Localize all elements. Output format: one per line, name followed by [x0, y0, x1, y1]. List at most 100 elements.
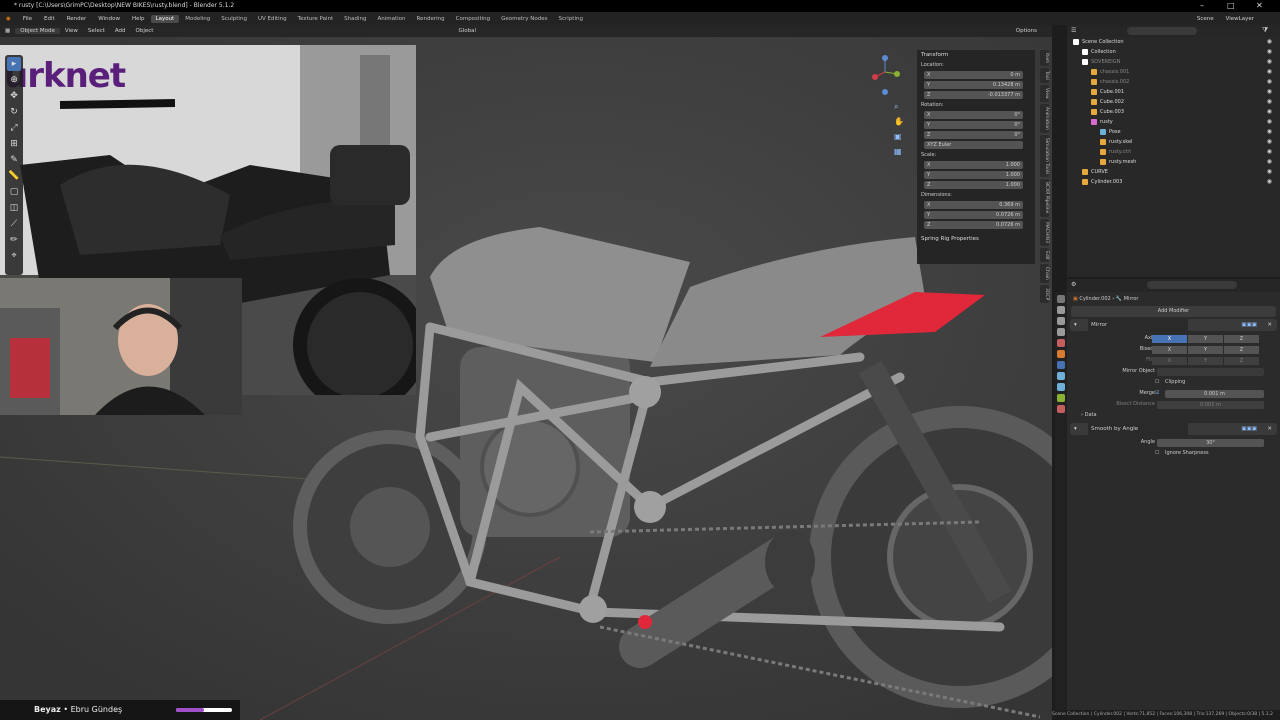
data-subpanel-label[interactable]: Data	[1085, 412, 1097, 418]
menu-window[interactable]: Window	[92, 16, 126, 22]
annotate-tool-icon[interactable]: ✎	[7, 153, 21, 167]
outliner-row[interactable]: Cylinder.003 ◉	[1067, 177, 1280, 187]
location-x-field[interactable]: X0 m	[924, 71, 1023, 79]
workspace-tab[interactable]: UV Editing	[253, 15, 292, 23]
location-z-field[interactable]: Z -0.013377 m	[924, 91, 1023, 99]
ignore-sharpness-checkbox[interactable]: ☐	[1155, 448, 1159, 459]
outliner-row[interactable]: Cube.001 ◉	[1067, 87, 1280, 97]
dimensions-z-field[interactable]: Z 0.0726 m	[924, 221, 1023, 229]
modifier-display-icons[interactable]: ▣▣▣	[1241, 319, 1257, 331]
physics-tab-icon[interactable]	[1057, 383, 1065, 391]
tool-tab-icon[interactable]	[1057, 295, 1065, 303]
visibility-eye-icon[interactable]: ◉	[1267, 167, 1272, 177]
outliner-row[interactable]: Collection ◉	[1067, 47, 1280, 57]
blender-logo-icon[interactable]: ◉	[0, 16, 17, 22]
render-tab-icon[interactable]	[1057, 306, 1065, 314]
merge-checkbox[interactable]: ☑	[1155, 388, 1159, 399]
outliner-row[interactable]: Cube.002 ◉	[1067, 97, 1280, 107]
sidebar-tab[interactable]: View	[1040, 85, 1049, 102]
outliner-row[interactable]: Scene Collection ◉	[1067, 37, 1280, 47]
add-cube-tool-icon[interactable]: ▢	[7, 185, 21, 199]
location-y-field[interactable]: Y 0.13428 m	[924, 81, 1023, 89]
modifier-delete-icon[interactable]: ✕	[1267, 319, 1272, 331]
outliner-row[interactable]: Pose ◉	[1067, 127, 1280, 137]
expand-arrow-icon[interactable]: ▾	[1074, 319, 1077, 331]
scale-x-field[interactable]: X 1.000	[924, 161, 1023, 169]
sidebar-tab[interactable]: Item	[1040, 50, 1049, 67]
merge-distance-field[interactable]: 0.001 m	[1165, 390, 1264, 398]
scene-tab-icon[interactable]	[1057, 339, 1065, 347]
editor-type-icon[interactable]: ▦	[0, 28, 15, 34]
cursor-tool-icon[interactable]: ⊕	[7, 73, 21, 87]
smooth-modifier-name[interactable]: Smooth by Angle	[1088, 423, 1188, 435]
visibility-eye-icon[interactable]: ◉	[1267, 77, 1272, 87]
sidebar-tab[interactable]: Tool	[1040, 68, 1049, 83]
rotation-x-field[interactable]: X 0°	[924, 111, 1023, 119]
workspace-tab[interactable]: Layout	[150, 14, 180, 23]
maximize-icon[interactable]: □	[1227, 0, 1235, 12]
menu-render[interactable]: Render	[61, 16, 93, 22]
sidebar-tab[interactable]: Chain	[1040, 264, 1049, 284]
sidebar-tab[interactable]: Animation	[1040, 103, 1049, 133]
viewlayer-selector[interactable]: ViewLayer	[1220, 16, 1260, 22]
transform-tool-icon[interactable]: ⊞	[7, 137, 21, 151]
add-menu[interactable]: Add	[110, 28, 131, 34]
visibility-eye-icon[interactable]: ◉	[1267, 137, 1272, 147]
visibility-eye-icon[interactable]: ◉	[1267, 147, 1272, 157]
scale-z-field[interactable]: Z 1.000	[924, 181, 1023, 189]
workspace-tab[interactable]: Geometry Nodes	[496, 15, 552, 23]
visibility-eye-icon[interactable]: ◉	[1267, 47, 1272, 57]
menu-help[interactable]: Help	[126, 16, 151, 22]
smooth-modifier-header[interactable]: ▾ Smooth by Angle ▣▣▣ ✕	[1070, 423, 1277, 435]
outliner-row[interactable]: chassis.001 ◉	[1067, 67, 1280, 77]
workspace-tab[interactable]: Texture Paint	[293, 15, 339, 23]
snap-tool-icon[interactable]: ⌖	[7, 249, 21, 263]
outliner-row[interactable]: chassis.002 ◉	[1067, 77, 1280, 87]
mirror-object-field[interactable]	[1157, 368, 1264, 376]
move-tool-icon[interactable]: ✥	[7, 89, 21, 103]
outliner-row[interactable]: rusty ◉	[1067, 117, 1280, 127]
outliner-row[interactable]: Cube.003 ◉	[1067, 107, 1280, 117]
bisect-y-toggle[interactable]: Y	[1188, 346, 1223, 354]
mode-dropdown[interactable]: Object Mode	[15, 28, 60, 34]
menu-file[interactable]: File	[17, 16, 38, 22]
flip-z-toggle[interactable]: Z	[1224, 357, 1259, 365]
measure-tool-icon[interactable]: 📏	[7, 169, 21, 183]
visibility-eye-icon[interactable]: ◉	[1267, 157, 1272, 167]
transform-header[interactable]: Transform	[917, 50, 1035, 60]
clipping-checkbox[interactable]: ☐	[1155, 377, 1159, 388]
sidebar-tab[interactable]: Simulation Tools	[1040, 134, 1049, 178]
visibility-eye-icon[interactable]: ◉	[1267, 87, 1272, 97]
add-modifier-button[interactable]: Add Modifier	[1071, 306, 1276, 317]
properties-search-input[interactable]	[1147, 281, 1237, 289]
outliner-row[interactable]: SOVEREIGN ◉	[1067, 57, 1280, 67]
bisect-z-toggle[interactable]: Z	[1224, 346, 1259, 354]
scene-selector[interactable]: Scene	[1191, 16, 1220, 22]
visibility-eye-icon[interactable]: ◉	[1267, 67, 1272, 77]
expand-arrow-icon[interactable]: ▾	[1074, 423, 1077, 435]
outliner-row[interactable]: rusty.mesh ◉	[1067, 157, 1280, 167]
data-tab-icon[interactable]	[1057, 394, 1065, 402]
select-tool-icon[interactable]: ▸	[7, 57, 21, 71]
orientation-dropdown[interactable]: Global	[453, 28, 481, 34]
rotation-z-field[interactable]: Z 0°	[924, 131, 1023, 139]
workspace-tab[interactable]: Shading	[339, 15, 371, 23]
filter-icon[interactable]: ⧩	[1262, 26, 1268, 35]
axis-x-toggle[interactable]: X	[1152, 335, 1187, 343]
sidebar-tab[interactable]: MACHIN3	[1040, 218, 1049, 246]
sidebar-tab[interactable]: BCXR Pipeline	[1040, 179, 1049, 217]
dimensions-y-field[interactable]: Y 0.0726 m	[924, 211, 1023, 219]
visibility-eye-icon[interactable]: ◉	[1267, 97, 1272, 107]
sidebar-tab[interactable]: Edit	[1040, 247, 1049, 263]
flip-x-toggle[interactable]: X	[1152, 357, 1187, 365]
rotate-tool-icon[interactable]: ↻	[7, 105, 21, 119]
close-icon[interactable]: ✕	[1256, 0, 1263, 12]
rotation-y-field[interactable]: Y 0°	[924, 121, 1023, 129]
menu-edit[interactable]: Edit	[38, 16, 61, 22]
cube-tool-icon[interactable]: ◫	[7, 201, 21, 215]
outliner-row[interactable]: CURVE ◉	[1067, 167, 1280, 177]
knife-tool-icon[interactable]: ⟋	[7, 217, 21, 231]
flip-y-toggle[interactable]: Y	[1188, 357, 1223, 365]
mirror-modifier-header[interactable]: ▾ Mirror ▣▣▣ ✕	[1070, 319, 1277, 331]
workspace-tab[interactable]: Compositing	[451, 15, 495, 23]
